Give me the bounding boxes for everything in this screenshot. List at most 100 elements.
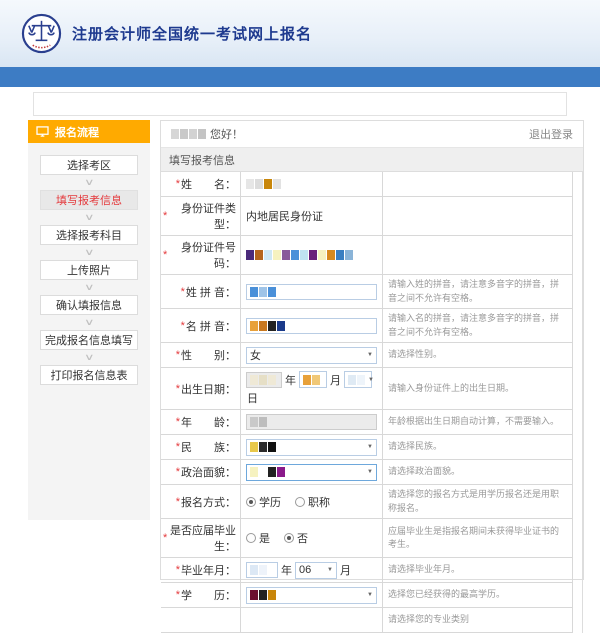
chevron-down-icon: ▼ [327, 567, 333, 573]
field-label: 名 拼 音： [186, 318, 236, 334]
step-print-form[interactable]: 打印报名信息表 [40, 365, 138, 385]
field-hint: 请选择政治面貌。 [383, 460, 572, 484]
graduation-month-select[interactable]: 06▼ [295, 562, 337, 579]
required-asterisk: * [163, 210, 167, 222]
field-hint [383, 236, 572, 274]
field-label: 民 族： [181, 439, 236, 455]
field-label [161, 608, 241, 632]
step-fill-registration-info[interactable]: 填写报考信息 [40, 190, 138, 210]
radio-unselected-icon [295, 497, 305, 507]
gender-value: 女 [250, 347, 261, 363]
form-row-major-category: 请选择您的专业类别 [161, 608, 572, 633]
field-hint: 请选择您的报名方式是用学历报名还是用职称报名。 [383, 485, 572, 518]
chevron-down-icon: ▼ [367, 592, 373, 598]
step-select-exam-area[interactable]: 选择考区 [40, 155, 138, 175]
unit-day: 日 [247, 390, 258, 406]
radio-education[interactable]: 学历 [246, 494, 281, 510]
required-asterisk: * [176, 466, 180, 478]
field-hint [383, 197, 572, 235]
sidebar-title: 报名流程 [55, 124, 99, 140]
logout-link[interactable]: 退出登录 [529, 126, 573, 142]
redacted-birth-month [303, 375, 320, 385]
chevron-down-icon: ∨ [84, 245, 95, 260]
gender-select[interactable]: 女▼ [246, 347, 377, 364]
education-level-select[interactable]: ▼ [246, 587, 377, 604]
radio-selected-icon [246, 497, 256, 507]
graduation-year-input[interactable] [246, 562, 278, 578]
field-label: 姓 名： [181, 176, 236, 192]
required-asterisk: * [176, 416, 180, 428]
chevron-down-icon: ▼ [367, 469, 373, 475]
redacted-givenname-pinyin [250, 321, 285, 331]
greeting-bar: 您好！ 退出登录 [161, 121, 583, 148]
radio-label: 职称 [308, 494, 330, 510]
surname-pinyin-input[interactable] [246, 284, 377, 300]
field-hint: 请选择性别。 [383, 343, 572, 367]
nav-bar [33, 92, 567, 116]
required-asterisk: * [181, 286, 185, 298]
step-confirm-info[interactable]: 确认填报信息 [40, 295, 138, 315]
id-type-value: 内地居民身份证 [246, 208, 323, 224]
givenname-pinyin-input[interactable] [246, 318, 377, 334]
field-hint: 应届毕业生是指报名期间未获得毕业证书的考生。 [383, 519, 572, 557]
radio-unselected-icon [246, 533, 256, 543]
redacted-age [250, 417, 267, 427]
redacted-education-level [250, 590, 276, 600]
field-value [241, 608, 383, 632]
unit-month: 月 [340, 562, 351, 578]
form-row-birth-date: *出生日期： 年 月 ▼ 日 请输入身份证件上的出生日期。 [161, 368, 572, 410]
field-hint: 年龄根据出生日期自动计算，不需要输入。 [383, 410, 572, 434]
field-label: 姓 拼 音： [186, 284, 236, 300]
form-row-age: *年 龄： 年龄根据出生日期自动计算，不需要输入。 [161, 410, 572, 435]
form-row-surname-pinyin: *姓 拼 音： 请输入姓的拼音，请注意多音字的拼音，拼音之间不允许有空格。 [161, 275, 572, 309]
step-upload-photo[interactable]: 上传照片 [40, 260, 138, 280]
radio-yes[interactable]: 是 [246, 530, 270, 546]
field-hint: 请输入姓的拼音，请注意多音字的拼音，拼音之间不允许有空格。 [383, 275, 572, 308]
unit-month: 月 [330, 372, 341, 388]
field-label: 身份证件类型： [168, 200, 236, 232]
radio-professional-title[interactable]: 职称 [295, 494, 330, 510]
chevron-down-icon: ∨ [84, 315, 95, 330]
field-hint: 请输入身份证件上的出生日期。 [383, 368, 572, 409]
field-hint: 请选择您的专业类别 [383, 608, 572, 632]
unit-year: 年 [281, 562, 292, 578]
required-asterisk: * [176, 496, 180, 508]
redacted-birth-day [348, 375, 365, 385]
form-row-givenname-pinyin: *名 拼 音： 请输入名的拼音，请注意多音字的拼音，拼音之间不允许有空格。 [161, 309, 572, 343]
ethnicity-select[interactable]: ▼ [246, 439, 377, 456]
radio-no[interactable]: 否 [284, 530, 308, 546]
form-row-id-type: *身份证件类型： 内地居民身份证 [161, 197, 572, 236]
main-panel: 您好！ 退出登录 填写报考信息 *姓 名： *身份证件类型： 内地居民身份证 *… [160, 120, 584, 580]
step-select-subjects[interactable]: 选择报考科目 [40, 225, 138, 245]
redacted-political-status [250, 467, 285, 477]
radio-label: 学历 [259, 494, 281, 510]
birth-day-select[interactable]: ▼ [344, 371, 372, 388]
field-label: 学 历： [181, 587, 236, 603]
field-label: 性 别： [181, 347, 236, 363]
political-status-select[interactable]: ▼ [246, 464, 377, 481]
redacted-graduation-year [250, 565, 267, 575]
field-hint: 请输入名的拼音，请注意多音字的拼音，拼音之间不允许有空格。 [383, 309, 572, 342]
field-hint [383, 172, 572, 196]
required-asterisk: * [176, 349, 180, 361]
chevron-down-icon: ▼ [367, 444, 373, 450]
unit-year: 年 [285, 372, 296, 388]
required-asterisk: * [176, 178, 180, 190]
required-asterisk: * [163, 532, 167, 544]
form-row-id-number: *身份证件号码： [161, 236, 572, 275]
form-row-education-level: *学 历： ▼ 选择您已经获得的最高学历。 [161, 583, 572, 608]
form-row-graduation-date: *毕业年月： 年 06▼ 月 请选择毕业年月。 [161, 558, 572, 583]
sidebar-registration-process: 报名流程 选择考区 ∨ 填写报考信息 ∨ 选择报考科目 ∨ 上传照片 ∨ 确认填… [28, 120, 150, 520]
chevron-down-icon: ∨ [84, 350, 95, 365]
radio-label: 否 [297, 530, 308, 546]
birth-month-select[interactable] [299, 371, 327, 388]
redacted-surname-pinyin [250, 287, 276, 297]
registration-form-table: *姓 名： *身份证件类型： 内地居民身份证 *身份证件号码： *姓 拼 音： … [161, 172, 573, 633]
field-hint: 选择您已经获得的最高学历。 [383, 583, 572, 607]
cicpa-logo-icon [21, 13, 62, 54]
greeting-text: 您好！ [210, 126, 243, 142]
step-complete-info[interactable]: 完成报名信息填写 [40, 330, 138, 350]
age-readonly-field [246, 414, 377, 430]
scrollbar-track[interactable] [573, 172, 583, 633]
field-label: 是否应届毕业生： [168, 522, 236, 554]
